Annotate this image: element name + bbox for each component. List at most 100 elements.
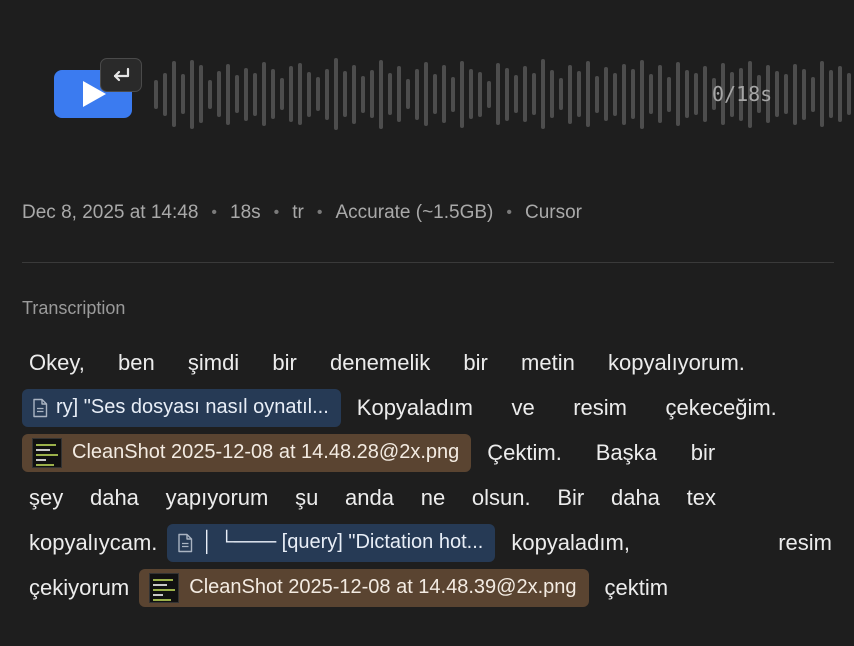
meta-separator: • [273,204,280,221]
waveform-bar [343,71,347,117]
transcript-line: Okey, ben şimdi bir denemelik bir metin kopyalı… [22,340,745,385]
waveform-bar [694,73,698,115]
transcript-word: çekiyorum [29,575,130,600]
waveform-bar [775,71,779,117]
meta-separator: • [316,204,323,221]
waveform-bar [271,69,275,119]
waveform-bar [262,62,266,126]
waveform-bar [190,59,194,129]
waveform-bar [181,74,185,114]
waveform-bar [172,61,176,127]
transcript-line: CleanShot 2025-12-08 at 14.48.28@2x.png … [22,430,812,475]
waveform-bar [352,64,356,124]
transcript-word: Çektim. [487,440,562,465]
transcript-word: resim [778,530,832,555]
waveform-bar [541,59,545,129]
clipboard-text-chip[interactable]: │ └─── [query] "Dictation hot... [167,523,496,562]
transcript-word: ben [117,350,155,375]
recording-date: Dec 8, 2025 at 14:48 [22,202,199,223]
waveform-bar [577,71,581,117]
transcript-word: çektim [604,575,669,600]
clipboard-text-chip-label: │ └─── [query] "Dictation hot... [201,531,484,553]
recording-app: Cursor [524,202,582,223]
waveform-bar [289,66,293,122]
transcript-word: şey [29,485,64,510]
transcript-words: Kopyaladım ve resim çekeceğim. [357,385,777,430]
waveform-bar [217,71,221,117]
waveform-bar [235,75,239,113]
screenshot-chip-label: CleanShot 2025-12-08 at 14.48.39@2x.png [189,576,577,598]
waveform-bar [361,75,365,113]
waveform-bar [163,72,167,116]
waveform-bar [622,63,626,125]
waveform-bar [199,65,203,123]
recording-model: Accurate (~1.5GB) [335,202,494,223]
recording-language: tr [292,202,304,223]
waveform-bar [514,75,518,113]
transcript-word: Kopyaladım [356,395,473,420]
transcript-word: kopyalıycam. [29,530,158,555]
meta-separator: • [506,204,512,221]
waveform-bar [568,64,572,124]
transcript-word: ve [511,395,535,420]
waveform-bar [784,74,788,114]
transcript-word: tex [686,485,716,510]
waveform-bar [523,66,527,122]
clipboard-text-chip[interactable]: ry] "Ses dosyası nasıl oynatıl... [22,388,341,427]
transcript-word: kopyaladım, [511,530,630,555]
waveform-bar [478,71,482,117]
waveform-bar [802,68,806,120]
waveform-bar [586,61,590,127]
screenshot-chip-label: CleanShot 2025-12-08 at 14.48.28@2x.png [72,441,460,463]
transcript-line: ry] "Ses dosyası nasıl oynatıl... Kopyal… [22,385,812,430]
waveform-bar [595,75,599,113]
transcript-words: şey daha yapıyorum şu anda ne olsun. Bir daha tex [29,475,716,520]
waveform-bar [334,58,338,130]
transcript-word: daha [610,485,660,510]
recording-metadata: Dec 8, 2025 at 14:48 • 18s • tr • Accura… [22,202,582,224]
waveform-bar [406,79,410,109]
waveform-bar [649,74,653,114]
document-icon [33,398,48,417]
waveform-bar [433,74,437,114]
transcript-word: yapıyorum [165,485,269,510]
waveform-bar [154,79,158,109]
waveform-bar [307,71,311,117]
waveform-bar [226,63,230,125]
screenshot-thumbnail [32,437,62,468]
transcript-line: çekiyorum CleanShot 2025-12-08 at 14.48.… [22,565,812,610]
waveform-bar [820,61,824,127]
transcript-word: Okey, [29,350,85,375]
transcript-word: resim [573,395,627,420]
waveform-bar [370,70,374,118]
transcript-word: daha [89,485,139,510]
waveform-bar [316,77,320,111]
divider [22,262,834,263]
waveform-bar [793,63,797,125]
waveform-bar [811,76,815,112]
waveform-bar [550,70,554,118]
waveform-bar [847,73,851,115]
waveform-bar [505,67,509,121]
transcript-word: Başka [595,440,657,465]
screenshot-chip[interactable]: CleanShot 2025-12-08 at 14.48.28@2x.png [22,433,472,472]
transcript-word: anda [345,485,394,510]
playback-time: 0/18s [712,82,773,106]
return-icon [113,67,130,82]
transcript-word: Bir [557,485,585,510]
waveform-bar [325,68,329,120]
waveform-bar [298,63,302,125]
waveform-bar [613,72,617,116]
waveform-bar [208,79,212,109]
waveform-bar [604,67,608,121]
waveform-bar [424,62,428,126]
screenshot-chip[interactable]: CleanShot 2025-12-08 at 14.48.39@2x.png [139,568,589,607]
waveform-bar [640,59,644,129]
transcript-word: denemelik [329,350,431,375]
transcript-word: şu [295,485,319,510]
waveform-bar [442,65,446,123]
waveform-bar [658,65,662,123]
waveform-bar [838,66,842,122]
audio-waveform[interactable] [154,52,851,136]
waveform-bar [451,76,455,112]
